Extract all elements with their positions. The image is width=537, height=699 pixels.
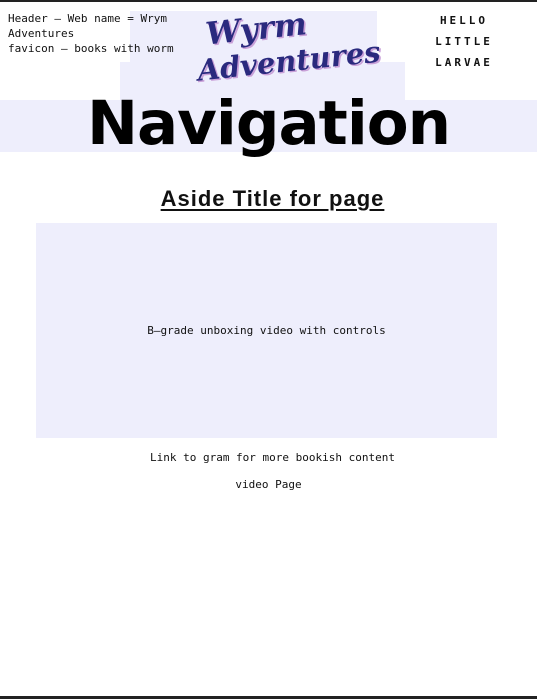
navigation-title[interactable]: Navigation [0,84,537,164]
page-label: video Page [235,478,302,491]
instagram-link[interactable]: Link to gram for more bookish content [0,451,537,464]
video-player-placeholder[interactable]: B–grade unboxing video with controls [36,223,497,438]
greeting-line-3: LARVAE [435,56,493,69]
greeting-line-1: HELLO [439,14,489,27]
aside-title: Aside Title for page [160,186,385,211]
greeting: HELLO LITTLE LARVAE [420,10,508,73]
video-placeholder-text: B–grade unboxing video with controls [147,324,386,337]
top-border [0,0,537,2]
header-note: Header – Web name = Wrym Adventures favi… [8,12,174,55]
greeting-line-2: LITTLE [435,35,493,48]
